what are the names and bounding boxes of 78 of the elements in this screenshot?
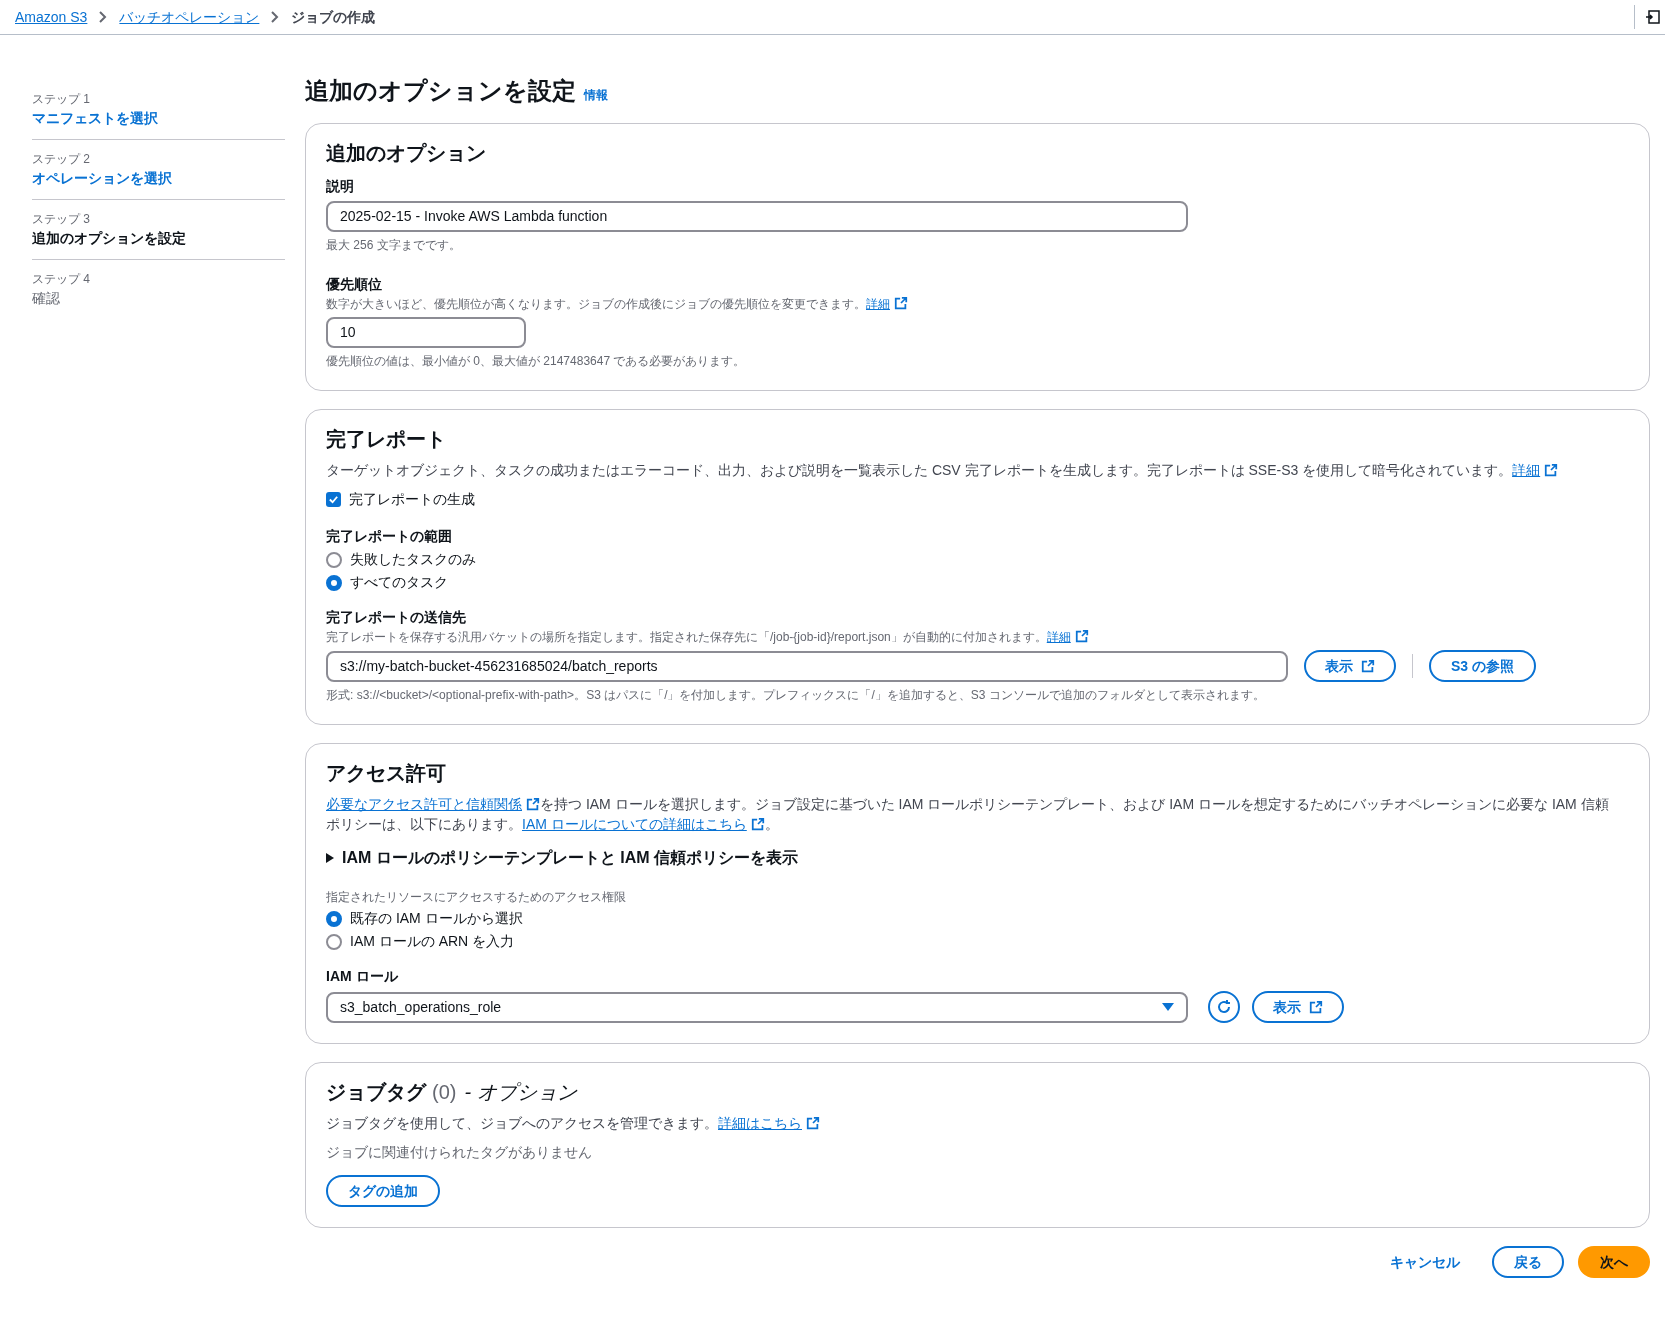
field-label: 優先順位 — [326, 275, 383, 294]
radio-button[interactable] — [326, 574, 342, 591]
button[interactable]: 戻る — [1492, 1246, 1564, 1278]
external-link-icon — [750, 817, 765, 831]
section-description: ターゲットオブジェクト、タスクの成功またはエラーコード、出力、および説明を一覧表示した CSV 完了レポートを生成します。完了レポートは SSE-S3 を使用して暗号化されています。詳細 — [326, 460, 1629, 481]
chevron-right-icon — [99, 11, 108, 23]
external-link-icon — [1309, 999, 1323, 1014]
link[interactable]: 詳細はこちら — [718, 1115, 820, 1131]
info-link[interactable]: 情報 — [584, 86, 608, 104]
external-link-icon — [1361, 658, 1375, 673]
link[interactable]: 詳細 — [1512, 462, 1559, 478]
link[interactable]: IAM ロールについての詳細はこちら — [522, 816, 765, 832]
link[interactable]: 必要なアクセス許可と信頼関係 — [326, 796, 540, 812]
panel-icon[interactable] — [1645, 9, 1661, 25]
help-text: 完了レポートを保存する汎用バケットの場所を指定します。指定された保存先に「/job-{job-id}/report.json」が自動的に付加されます。詳細 — [326, 628, 1629, 646]
tag-count: (0) — [432, 1081, 457, 1103]
next-button[interactable]: 次へ — [1578, 1246, 1650, 1278]
step-label[interactable]: マニフェストを選択 — [32, 108, 285, 129]
step-label: 確認 — [32, 289, 61, 308]
external-link-icon — [1544, 463, 1559, 477]
button[interactable]: S3 の参照 — [1429, 650, 1536, 682]
external-link-icon — [526, 797, 540, 811]
link[interactable]: 詳細 — [866, 297, 908, 311]
field-label: 完了レポートの範囲 — [326, 527, 453, 546]
section-title: 完了レポート — [326, 427, 447, 452]
hint-text: 優先順位の値は、最小値が 0、最大値が 2147483647 である必要があります。 — [326, 353, 747, 370]
step-number: ステップ 3 — [32, 211, 91, 228]
check-icon — [328, 494, 339, 505]
expander[interactable]: IAM ロールのポリシーテンプレートと IAM 信頼ポリシーを表示 — [326, 846, 1629, 870]
step-label: 追加のオプションを設定 — [32, 229, 187, 248]
radio-option[interactable]: 失敗したタスクのみ — [326, 549, 1629, 570]
empty-message: ジョブに関連付けられたタグがありません — [326, 1143, 593, 1162]
caret-right-icon — [326, 853, 334, 863]
refresh-icon — [1216, 999, 1232, 1015]
field-label: IAM ロール — [326, 967, 399, 986]
destination-field[interactable]: s3://my-batch-bucket-456231685024/batch_reports — [326, 650, 1288, 682]
external-link-icon — [806, 1116, 820, 1130]
refresh-button[interactable] — [1208, 991, 1240, 1023]
breadcrumb-link[interactable]: バッチオペレーション — [119, 6, 260, 28]
radio-option[interactable]: すべてのタスク — [326, 572, 1629, 593]
radio-button[interactable] — [326, 551, 342, 568]
page-title: 追加のオプションを設定 — [305, 76, 576, 106]
optional-label: - オプション — [464, 1081, 577, 1103]
section-description: 必要なアクセス許可と信頼関係 を持つ IAM ロールを選択します。ジョブ設定に基づいた IAM ロールポリシーテンプレート、および IAM ロールを想定するためにバッチオペレーションに必要な IAM 信頼ポリシーは、以下にあります。IAM ロールについての詳細はこちら 。 — [326, 795, 1610, 834]
section-title: 追加のオプション — [326, 141, 487, 166]
help-text: 数字が大きいほど、優先順位が高くなります。ジョブの作成後にジョブの優先順位を変更できます。詳細 — [326, 295, 1629, 313]
radio-option[interactable]: 既存の IAM ロールから選択 — [326, 908, 1629, 929]
description-field[interactable]: 2025-02-15 - Invoke AWS Lambda function — [326, 201, 1188, 232]
button[interactable]: 表示 — [1252, 991, 1344, 1023]
section-title: アクセス許可 — [326, 761, 447, 786]
external-link-icon — [1074, 629, 1089, 643]
step-number: ステップ 4 — [32, 271, 91, 288]
hint-text: 指定されたリソースにアクセスするためのアクセス権限 — [326, 889, 627, 906]
field-label: 完了レポートの送信先 — [326, 608, 467, 627]
radio-button[interactable] — [326, 910, 342, 927]
step-number: ステップ 2 — [32, 151, 91, 168]
checkbox-option[interactable]: 完了レポートの生成 — [326, 489, 1629, 510]
section-description: ジョブタグを使用して、ジョブへのアクセスを管理できます。詳細はこちら — [326, 1113, 1629, 1134]
priority-field[interactable]: 10 — [326, 317, 526, 348]
radio-option[interactable]: IAM ロールの ARN を入力 — [326, 931, 1629, 952]
link[interactable]: 詳細 — [1046, 630, 1089, 644]
cancel-link[interactable]: キャンセル — [1390, 1251, 1460, 1273]
radio-button[interactable] — [326, 933, 342, 950]
checkbox[interactable] — [326, 492, 341, 507]
caret-down-icon — [1162, 1003, 1174, 1011]
section-title: ジョブタグ — [326, 1081, 426, 1103]
step-label[interactable]: オペレーションを選択 — [32, 168, 285, 189]
breadcrumb-current: ジョブの作成 — [291, 7, 376, 27]
button[interactable]: 表示 — [1304, 650, 1396, 682]
step-number: ステップ 1 — [32, 91, 91, 108]
hint-text: 形式: s3://<bucket>/<optional-prefix-with-path>。S3 はパスに「/」を付加します。プレフィックスに「/」を追加すると、S3 コンソールで追加のフォルダとして表示されます。 — [326, 687, 1266, 704]
hint-text: 最大 256 文字までです。 — [326, 237, 462, 254]
breadcrumb-link[interactable]: Amazon S3 — [15, 6, 88, 28]
role-dropdown[interactable]: s3_batch_operations_role — [326, 991, 1188, 1023]
button[interactable]: タグの追加 — [326, 1175, 440, 1207]
chevron-right-icon — [271, 11, 280, 23]
field-label: 説明 — [326, 177, 355, 196]
external-link-icon — [894, 296, 908, 310]
